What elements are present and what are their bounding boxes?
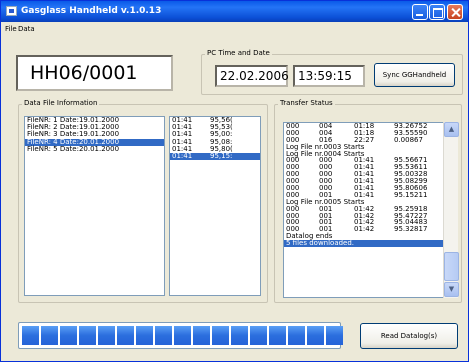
progress-block [231,326,248,345]
pc-time-field: 13:59:15 [293,65,365,87]
progress-block [22,326,39,345]
scroll-up-icon[interactable]: ▲ [444,122,459,137]
progress-block [155,326,172,345]
progress-block [326,326,343,345]
transfer-status-legend: Transfer Status [278,99,335,107]
maximize-button[interactable] [429,4,445,20]
pc-time-legend: PC Time and Date [205,49,272,57]
minimize-button[interactable] [412,4,428,20]
progress-block [41,326,58,345]
progress-block [117,326,134,345]
progress-block [269,326,286,345]
log-cell: 95.15211 [394,190,428,199]
log-scrollbar[interactable]: ▲ ▼ [443,122,459,298]
progress-block [212,326,229,345]
value-reading: 95,15: [210,151,233,160]
close-button[interactable] [447,4,463,20]
menu-file[interactable]: File [5,22,17,36]
scroll-down-icon[interactable]: ▼ [444,282,459,297]
file-values-list[interactable]: 01:41 95,56(01:41 95,53(01:41 95,00: 01:41 95… [169,116,261,296]
app-window: Gasglass Handheld v.1.0.13 File Data HH0… [0,0,469,362]
data-file-info-legend: Data File Information [22,99,100,107]
app-icon [6,6,17,16]
file-list[interactable]: FileNR: 1 Date:19.01.2000 FileNR: 2 Date:… [24,116,165,296]
menu-data[interactable]: Data [18,22,35,36]
log-line: 5 files downloaded. [284,239,457,248]
progress-block [288,326,305,345]
sync-handheld-button[interactable]: Sync GGHandheld [374,63,455,87]
scroll-thumb[interactable] [444,252,459,281]
file-list-item[interactable]: FileNR: 5 Date:20.01.2000 [25,145,164,153]
progress-block [193,326,210,345]
read-datalogs-button[interactable]: Read Datalog(s) [360,323,458,349]
log-cell: 95.32817 [394,225,428,234]
value-list-item[interactable]: 01:41 95,15: [170,151,260,161]
progress-block [98,326,115,345]
progress-block [307,326,324,345]
menu-bar: File Data [1,22,468,36]
download-progress-bar [18,322,343,349]
log-cell: 0.00867 [394,135,423,144]
window-title: Gasglass Handheld v.1.0.13 [21,6,162,16]
progress-block [250,326,267,345]
progress-block [136,326,153,345]
log-text: 5 files downloaded. [286,239,355,248]
station-id-display: HH06/0001 [16,55,173,91]
progress-block [174,326,191,345]
progress-block [79,326,96,345]
pc-date-field: 22.02.2006 [215,65,289,87]
transfer-log-list[interactable]: 000 004 01:18 93.26752 000 004 01:18 93.55590 00… [283,122,458,298]
title-bar[interactable]: Gasglass Handheld v.1.0.13 [1,1,468,22]
progress-block [60,326,77,345]
value-time: 01:41 [172,151,193,160]
log-cell: 01:42 [354,225,375,234]
